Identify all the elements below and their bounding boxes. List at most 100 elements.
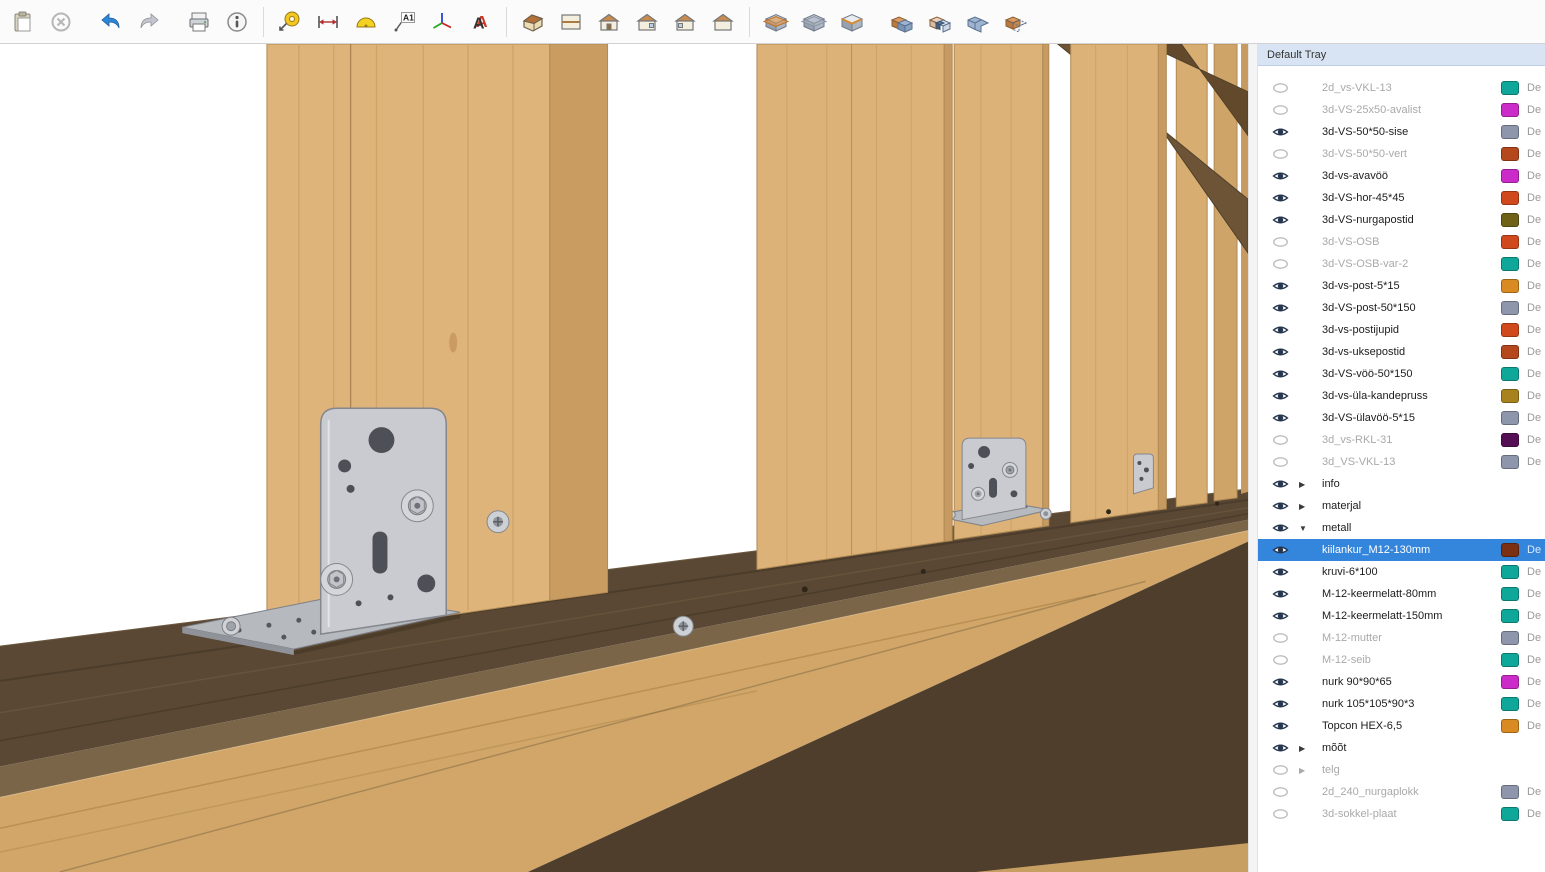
tag-folder-row[interactable]: ▶materjal: [1258, 495, 1545, 517]
eye-hidden-icon[interactable]: [1272, 104, 1290, 116]
viewport-tray-splitter[interactable]: [1248, 44, 1258, 872]
eye-hidden-icon[interactable]: [1272, 786, 1290, 798]
tag-row[interactable]: Topcon HEX-6,5De: [1258, 715, 1545, 737]
tag-color-swatch[interactable]: [1501, 565, 1519, 579]
eye-visible-icon[interactable]: [1272, 280, 1290, 292]
eye-hidden-icon[interactable]: [1272, 808, 1290, 820]
tray-header[interactable]: Default Tray: [1258, 44, 1545, 66]
print-button[interactable]: [180, 3, 218, 41]
tape-measure-button[interactable]: [271, 3, 309, 41]
tag-row[interactable]: 2d_vs-VKL-13De: [1258, 77, 1545, 99]
tag-color-swatch[interactable]: [1501, 411, 1519, 425]
eye-visible-icon[interactable]: [1272, 324, 1290, 336]
eye-hidden-icon[interactable]: [1272, 764, 1290, 776]
eye-hidden-icon[interactable]: [1272, 434, 1290, 446]
folder-expand-arrow-icon[interactable]: ▶: [1299, 766, 1319, 775]
model-info-button[interactable]: [218, 3, 256, 41]
tag-row[interactable]: kruvi-6*100De: [1258, 561, 1545, 583]
tag-row[interactable]: 3d-VS-50*50-siseDe: [1258, 121, 1545, 143]
tag-color-swatch[interactable]: [1501, 389, 1519, 403]
model-canvas[interactable]: [0, 44, 1248, 872]
view-right-button[interactable]: [628, 3, 666, 41]
tag-color-swatch[interactable]: [1501, 807, 1519, 821]
paste-button[interactable]: [4, 3, 42, 41]
tag-color-swatch[interactable]: [1501, 609, 1519, 623]
model-viewport[interactable]: [0, 44, 1248, 872]
tag-row[interactable]: 3d-VS-vöö-50*150De: [1258, 363, 1545, 385]
tag-row[interactable]: 3d-sokkel-plaatDe: [1258, 803, 1545, 825]
display-section-planes-button[interactable]: [795, 3, 833, 41]
angle-bracket[interactable]: [1133, 454, 1153, 494]
tag-row[interactable]: nurk 105*105*90*3De: [1258, 693, 1545, 715]
tag-row[interactable]: 3d-vs-avavööDe: [1258, 165, 1545, 187]
tag-row[interactable]: 3d-VS-OSBDe: [1258, 231, 1545, 253]
eye-visible-icon[interactable]: [1272, 610, 1290, 622]
eye-hidden-icon[interactable]: [1272, 632, 1290, 644]
display-section-cuts-button[interactable]: [833, 3, 871, 41]
solid-subtract-button[interactable]: [997, 3, 1035, 41]
tag-row[interactable]: 3d_vs-RKL-31De: [1258, 429, 1545, 451]
tag-row[interactable]: 3d-VS-25x50-avalistDe: [1258, 99, 1545, 121]
eye-visible-icon[interactable]: [1272, 368, 1290, 380]
eye-visible-icon[interactable]: [1272, 522, 1290, 534]
axes-button[interactable]: [423, 3, 461, 41]
eye-visible-icon[interactable]: [1272, 698, 1290, 710]
tag-color-swatch[interactable]: [1501, 103, 1519, 117]
protractor-button[interactable]: [347, 3, 385, 41]
undo-button[interactable]: [92, 3, 130, 41]
eye-visible-icon[interactable]: [1272, 214, 1290, 226]
folder-expand-arrow-icon[interactable]: ▶: [1299, 502, 1319, 511]
eye-visible-icon[interactable]: [1272, 302, 1290, 314]
tag-row[interactable]: M-12-keermelatt-150mmDe: [1258, 605, 1545, 627]
redo-button[interactable]: [130, 3, 168, 41]
tag-row[interactable]: nurk 90*90*65De: [1258, 671, 1545, 693]
tag-row[interactable]: M-12-seibDe: [1258, 649, 1545, 671]
tag-color-swatch[interactable]: [1501, 323, 1519, 337]
tag-row[interactable]: 3d-vs-üla-kandeprussDe: [1258, 385, 1545, 407]
eye-hidden-icon[interactable]: [1272, 456, 1290, 468]
screw-washer[interactable]: [487, 511, 509, 533]
tag-row[interactable]: 2d_240_nurgaplokkDe: [1258, 781, 1545, 803]
tag-row[interactable]: 3d-vs-postijupidDe: [1258, 319, 1545, 341]
tag-row[interactable]: 3d-vs-post-5*15De: [1258, 275, 1545, 297]
view-left-button[interactable]: [666, 3, 704, 41]
eye-visible-icon[interactable]: [1272, 170, 1290, 182]
solid-union-button[interactable]: [959, 3, 997, 41]
washer[interactable]: [673, 616, 693, 636]
eye-hidden-icon[interactable]: [1272, 258, 1290, 270]
tag-row[interactable]: 3d-VS-OSB-var-2De: [1258, 253, 1545, 275]
tag-color-swatch[interactable]: [1501, 301, 1519, 315]
tag-color-swatch[interactable]: [1501, 81, 1519, 95]
tag-folder-row[interactable]: ▶telg: [1258, 759, 1545, 781]
tag-color-swatch[interactable]: [1501, 455, 1519, 469]
washer[interactable]: [1040, 508, 1051, 519]
tag-color-swatch[interactable]: [1501, 235, 1519, 249]
eye-visible-icon[interactable]: [1272, 720, 1290, 732]
eye-visible-icon[interactable]: [1272, 412, 1290, 424]
tag-color-swatch[interactable]: [1501, 279, 1519, 293]
tag-color-swatch[interactable]: [1501, 719, 1519, 733]
dimensions-button[interactable]: [309, 3, 347, 41]
eye-visible-icon[interactable]: [1272, 478, 1290, 490]
section-plane-button[interactable]: [757, 3, 795, 41]
tag-color-swatch[interactable]: [1501, 543, 1519, 557]
tag-row[interactable]: kiilankur_M12-130mmDe: [1258, 539, 1545, 561]
tag-row[interactable]: 3d-vs-uksepostidDe: [1258, 341, 1545, 363]
tag-row[interactable]: 3d-VS-post-50*150De: [1258, 297, 1545, 319]
tag-row[interactable]: 3d-VS-50*50-vertDe: [1258, 143, 1545, 165]
tag-row[interactable]: 3d-VS-ülavöö-5*15De: [1258, 407, 1545, 429]
tag-color-swatch[interactable]: [1501, 697, 1519, 711]
eye-visible-icon[interactable]: [1272, 500, 1290, 512]
cancel-button[interactable]: [42, 3, 80, 41]
eye-hidden-icon[interactable]: [1272, 236, 1290, 248]
eye-visible-icon[interactable]: [1272, 390, 1290, 402]
folder-collapse-arrow-icon[interactable]: ▼: [1299, 524, 1319, 533]
eye-visible-icon[interactable]: [1272, 742, 1290, 754]
tag-color-swatch[interactable]: [1501, 125, 1519, 139]
tag-folder-row[interactable]: ▼metall: [1258, 517, 1545, 539]
eye-hidden-icon[interactable]: [1272, 148, 1290, 160]
solid-outer-shell-button[interactable]: [883, 3, 921, 41]
bottom-plate[interactable]: [0, 489, 1248, 872]
eye-visible-icon[interactable]: [1272, 192, 1290, 204]
view-iso-button[interactable]: [514, 3, 552, 41]
